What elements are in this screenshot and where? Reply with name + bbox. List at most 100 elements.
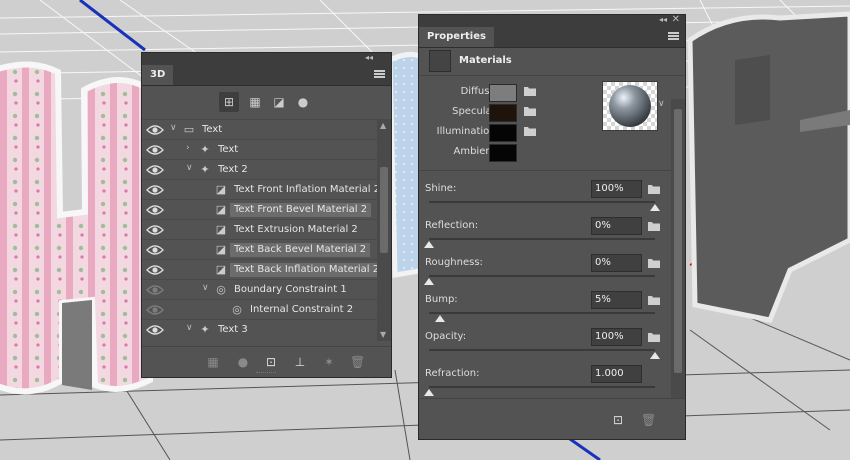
- param-slider-knob[interactable]: [424, 389, 434, 396]
- layer-row[interactable]: ∨ ✦ Text 2: [142, 159, 377, 180]
- color-swatch[interactable]: [489, 124, 517, 142]
- param-row: Roughness: 0%: [419, 254, 671, 291]
- render-icon[interactable]: ⊡: [264, 355, 278, 369]
- drop-to-plane-icon[interactable]: ⊥: [293, 355, 307, 369]
- meshes-icon[interactable]: ▦: [245, 92, 265, 112]
- visibility-eye-icon[interactable]: [146, 163, 164, 177]
- panel-menu-icon[interactable]: [668, 32, 679, 41]
- scroll-thumb[interactable]: [380, 167, 388, 253]
- texture-folder-icon[interactable]: [647, 331, 661, 343]
- layer-row[interactable]: ◪ Text Extrusion Material 2: [142, 219, 377, 240]
- color-swatch[interactable]: [489, 84, 517, 102]
- color-swatch[interactable]: [489, 104, 517, 122]
- param-label: Roughness:: [425, 257, 483, 268]
- tab-properties[interactable]: Properties: [419, 27, 494, 47]
- visibility-eye-icon[interactable]: [146, 123, 164, 137]
- layer-row[interactable]: ∨ ▭ Text: [142, 119, 377, 140]
- delete-icon[interactable]: 🗑: [641, 413, 656, 427]
- param-value-input[interactable]: 0%: [591, 217, 642, 235]
- layer-row[interactable]: ◪ Text Front Inflation Material 2: [142, 179, 380, 200]
- constraint-icon: ◎: [232, 303, 242, 316]
- param-label: Reflection:: [425, 220, 479, 231]
- texture-folder-icon[interactable]: [523, 125, 537, 137]
- param-slider-track[interactable]: [429, 201, 655, 203]
- layer-row[interactable]: ◪ Text Front Bevel Material 2: [142, 199, 377, 220]
- layer-row[interactable]: ∨ ◎ Boundary Constraint 1: [142, 279, 377, 300]
- collapse-icon[interactable]: ◂◂: [365, 53, 373, 62]
- visibility-eye-icon[interactable]: [146, 143, 164, 157]
- chevron-down-icon[interactable]: ∨: [170, 123, 177, 133]
- param-value-input[interactable]: 5%: [591, 291, 642, 309]
- materials-icon[interactable]: ◪: [269, 92, 289, 112]
- mesh-icon: ✦: [200, 163, 210, 176]
- param-value-input[interactable]: 100%: [591, 328, 642, 346]
- visibility-eye-icon[interactable]: [146, 263, 164, 277]
- param-value-input[interactable]: 100%: [591, 180, 642, 198]
- delete-icon[interactable]: 🗑: [350, 355, 365, 369]
- chevron-right-icon[interactable]: ›: [186, 143, 190, 153]
- scroll-down-icon[interactable]: ▼: [380, 330, 386, 339]
- add-light-icon[interactable]: ●: [236, 355, 250, 369]
- texture-folder-icon[interactable]: [523, 85, 537, 97]
- param-slider-track[interactable]: [429, 349, 655, 351]
- filter-bar: ⊞ ▦ ◪ ●: [142, 85, 391, 119]
- param-slider-knob[interactable]: [435, 315, 446, 322]
- layer-scrollbar[interactable]: ▲ ▼: [377, 119, 391, 341]
- layer-label: Text 2: [218, 164, 248, 175]
- mesh-icon: ✦: [200, 323, 210, 336]
- new-light-icon[interactable]: ✶: [322, 355, 336, 369]
- visibility-eye-icon[interactable]: [146, 303, 164, 317]
- visibility-eye-icon[interactable]: [146, 223, 164, 237]
- param-row: Opacity: 100%: [419, 328, 671, 365]
- visibility-eye-icon[interactable]: [146, 203, 164, 217]
- layer-row[interactable]: ◪ Text Back Inflation Material 2: [142, 259, 384, 280]
- texture-folder-icon[interactable]: [647, 183, 661, 195]
- chevron-down-icon[interactable]: ∨: [658, 99, 665, 109]
- resize-grip[interactable]: [256, 372, 276, 376]
- add-mesh-icon[interactable]: ▦: [206, 355, 220, 369]
- layer-row[interactable]: ◎ Internal Constraint 2: [142, 299, 377, 320]
- param-slider-track[interactable]: [429, 275, 655, 277]
- texture-folder-icon[interactable]: [523, 105, 537, 117]
- visibility-eye-icon[interactable]: [146, 323, 164, 337]
- param-slider-knob[interactable]: [424, 278, 434, 285]
- chevron-down-icon[interactable]: ∨: [202, 283, 209, 293]
- panel-titlebar[interactable]: ◂◂ ✕: [419, 14, 685, 27]
- render-icon[interactable]: ⊡: [611, 413, 625, 427]
- material-preview-sphere[interactable]: [602, 81, 658, 131]
- collapse-icon[interactable]: ◂◂: [659, 15, 667, 24]
- layer-row[interactable]: › ✦ Text: [142, 139, 377, 160]
- color-swatch[interactable]: [489, 144, 517, 162]
- texture-folder-icon[interactable]: [647, 294, 661, 306]
- param-label: Refraction:: [425, 368, 480, 379]
- tab-3d[interactable]: 3D: [142, 65, 174, 85]
- panel-menu-icon[interactable]: [374, 70, 385, 79]
- param-slider-knob[interactable]: [650, 352, 660, 359]
- material-icon: ◪: [215, 263, 227, 276]
- visibility-eye-icon[interactable]: [146, 183, 164, 197]
- scroll-up-icon[interactable]: ▲: [380, 121, 386, 130]
- whole-scene-icon[interactable]: ⊞: [219, 92, 239, 112]
- param-slider-knob[interactable]: [650, 204, 660, 211]
- texture-folder-icon[interactable]: [647, 220, 661, 232]
- texture-folder-icon[interactable]: [647, 257, 661, 269]
- properties-scrollbar[interactable]: [671, 99, 685, 399]
- panel-titlebar[interactable]: ◂◂: [142, 53, 391, 65]
- param-value-input[interactable]: 0%: [591, 254, 642, 272]
- param-slider-track[interactable]: [429, 238, 655, 240]
- visibility-eye-icon[interactable]: [146, 243, 164, 257]
- chevron-down-icon[interactable]: ∨: [186, 323, 193, 333]
- param-slider-track[interactable]: [429, 312, 655, 314]
- param-value-input[interactable]: 1.000: [591, 365, 642, 383]
- swatch-row: Ambient:: [419, 143, 619, 162]
- lights-icon[interactable]: ●: [293, 92, 313, 112]
- param-label: Opacity:: [425, 331, 467, 342]
- layer-row[interactable]: ◪ Text Back Bevel Material 2: [142, 239, 377, 260]
- chevron-down-icon[interactable]: ∨: [186, 163, 193, 173]
- param-slider-track[interactable]: [429, 386, 655, 388]
- param-slider-knob[interactable]: [424, 241, 434, 248]
- layer-row[interactable]: ∨ ✦ Text 3: [142, 319, 377, 340]
- close-icon[interactable]: ✕: [672, 14, 680, 25]
- visibility-eye-icon[interactable]: [146, 283, 164, 297]
- scroll-thumb[interactable]: [674, 109, 682, 373]
